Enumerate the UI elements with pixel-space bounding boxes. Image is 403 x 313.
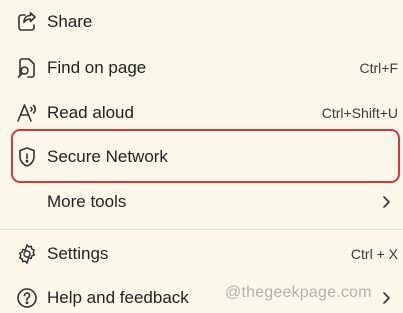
- shortcut-hint: Ctrl+F: [359, 60, 399, 76]
- highlight-box: [11, 129, 400, 183]
- chevron-right-icon: [379, 195, 393, 209]
- menu-item-label: Help and feedback: [47, 288, 189, 307]
- menu-item-label: Share: [47, 12, 93, 31]
- chevron-right-icon: [379, 291, 393, 305]
- menu-item-settings[interactable]: Settings Ctrl + X: [0, 232, 403, 276]
- menu-item-label: Read aloud: [47, 103, 134, 122]
- watermark-text: @thegeekpage.com: [225, 284, 372, 301]
- share-icon: [15, 10, 39, 34]
- find-on-page-icon: [15, 56, 39, 80]
- browser-settings-menu: Share Find on page Ctrl+F Read aloud Ctr…: [0, 0, 403, 313]
- gear-icon: [15, 242, 39, 266]
- read-aloud-icon: [15, 101, 39, 125]
- question-icon: [15, 286, 39, 310]
- menu-divider: [0, 229, 403, 230]
- menu-item-find-on-page[interactable]: Find on page Ctrl+F: [0, 46, 403, 90]
- menu-item-label: Find on page: [47, 58, 147, 77]
- shortcut-hint: Ctrl + X: [350, 246, 398, 262]
- menu-item-label: Settings: [47, 244, 109, 263]
- menu-item-more-tools[interactable]: More tools: [0, 180, 403, 224]
- shortcut-hint: Ctrl+Shift+U: [321, 105, 398, 121]
- menu-item-label: More tools: [47, 192, 127, 211]
- menu-item-share[interactable]: Share: [0, 0, 403, 44]
